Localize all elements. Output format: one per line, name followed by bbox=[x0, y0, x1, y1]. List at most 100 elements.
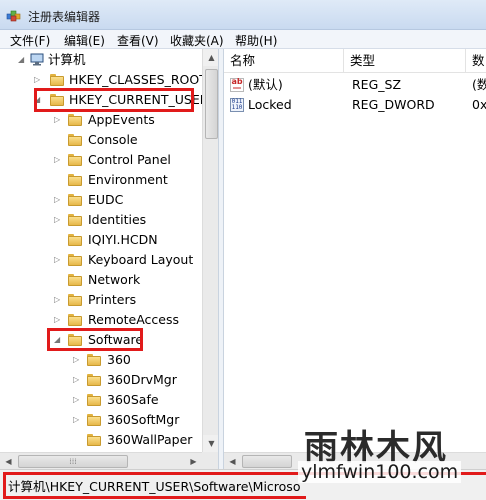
menu-view[interactable]: 查看(V) bbox=[117, 32, 159, 49]
tree-label: Control Panel bbox=[88, 152, 171, 167]
tree-label: 360SoftMgr bbox=[107, 412, 180, 427]
folder-icon bbox=[50, 74, 64, 86]
folder-icon bbox=[87, 414, 101, 426]
column-header-type[interactable]: 类型 bbox=[344, 49, 466, 73]
tree-label: IQIYI.HCDN bbox=[88, 232, 158, 247]
tree-item-360wallpaper[interactable]: 360WallPaper bbox=[0, 430, 200, 450]
expand-arrow-icon[interactable]: ▷ bbox=[73, 390, 83, 410]
tree-label: EUDC bbox=[88, 192, 124, 207]
tree-item-environment[interactable]: Environment bbox=[0, 170, 200, 190]
tree-item-hkcr[interactable]: ▷ HKEY_CLASSES_ROOT bbox=[0, 70, 207, 90]
window-title: 注册表编辑器 bbox=[28, 10, 101, 24]
tree-label: 360WallPaper bbox=[107, 432, 193, 447]
tree-item-appevents[interactable]: ▷ AppEvents bbox=[0, 110, 200, 130]
expand-arrow-icon[interactable]: ▷ bbox=[54, 310, 64, 330]
list-row[interactable]: ab ― (默认) REG_SZ (数 bbox=[224, 75, 486, 95]
tree-label: Printers bbox=[88, 292, 137, 307]
menu-edit[interactable]: 编辑(E) bbox=[64, 32, 105, 49]
folder-icon bbox=[87, 374, 101, 386]
title-bar: 注册表编辑器 bbox=[0, 0, 486, 30]
tree-item-console[interactable]: Console bbox=[0, 130, 200, 150]
expand-arrow-icon[interactable]: ▷ bbox=[54, 210, 64, 230]
folder-icon bbox=[68, 334, 82, 346]
tree-label: HKEY_CURRENT_USER bbox=[69, 92, 209, 107]
expand-arrow-icon[interactable]: ▷ bbox=[73, 370, 83, 390]
scroll-up-icon[interactable]: ▲ bbox=[203, 49, 218, 66]
tree-item-identities[interactable]: ▷ Identities bbox=[0, 210, 200, 230]
tree-item-keyboard-layout[interactable]: ▷ Keyboard Layout bbox=[0, 250, 200, 270]
tree-item-eudc[interactable]: ▷ EUDC bbox=[0, 190, 200, 210]
folder-icon bbox=[68, 314, 82, 326]
tree-vertical-scrollbar[interactable]: ▲ ▼ bbox=[202, 49, 218, 452]
tree-label: Software bbox=[88, 332, 144, 347]
expand-arrow-icon[interactable]: ▷ bbox=[54, 290, 64, 310]
expand-arrow-icon[interactable]: ▷ bbox=[54, 250, 64, 270]
value-data: (数 bbox=[472, 77, 486, 92]
expand-arrow-icon[interactable]: ▷ bbox=[54, 110, 64, 130]
folder-icon bbox=[87, 434, 101, 446]
registry-tree[interactable]: ◢ 计算机 ▷ HKEY_CLASSES_ROOT ◢ HKEY_CURRENT… bbox=[0, 49, 219, 469]
scroll-right-icon[interactable]: ▶ bbox=[185, 453, 202, 469]
expand-arrow-icon[interactable]: ▷ bbox=[73, 350, 83, 370]
scrollbar-corner bbox=[202, 452, 218, 469]
value-name: (默认) bbox=[248, 77, 283, 92]
menu-bar: 文件(F) 编辑(E) 查看(V) 收藏夹(A) 帮助(H) bbox=[0, 30, 486, 49]
folder-icon bbox=[68, 134, 82, 146]
value-name: Locked bbox=[248, 97, 292, 112]
menu-file[interactable]: 文件(F) bbox=[10, 32, 50, 49]
tree-label: Network bbox=[88, 272, 141, 287]
expand-arrow-icon[interactable]: ▷ bbox=[54, 190, 64, 210]
tree-label: HKEY_CLASSES_ROOT bbox=[69, 72, 207, 87]
tree-label: Identities bbox=[88, 212, 147, 227]
tree-item-control-panel[interactable]: ▷ Control Panel bbox=[0, 150, 200, 170]
folder-icon bbox=[68, 254, 82, 266]
tree-item-computer[interactable]: ◢ 计算机 bbox=[0, 50, 200, 70]
expand-arrow-icon[interactable]: ▷ bbox=[54, 150, 64, 170]
value-data: 0x bbox=[472, 97, 486, 112]
status-path: 计算机\HKEY_CURRENT_USER\Software\Microso bbox=[8, 479, 301, 494]
menu-help[interactable]: 帮助(H) bbox=[235, 32, 277, 49]
tree-item-iqiyi-hcdn[interactable]: IQIYI.HCDN bbox=[0, 230, 200, 250]
tree-item-360[interactable]: ▷ 360 bbox=[0, 350, 200, 370]
tree-item-360softmgr[interactable]: ▷ 360SoftMgr bbox=[0, 410, 200, 430]
expand-arrow-icon[interactable]: ▷ bbox=[73, 410, 83, 430]
expand-arrow-icon[interactable]: ▷ bbox=[34, 70, 44, 90]
tree-item-hkcu[interactable]: ◢ HKEY_CURRENT_USER bbox=[0, 90, 208, 110]
tree-label: 360DrvMgr bbox=[107, 372, 177, 387]
tree-item-printers[interactable]: ▷ Printers bbox=[0, 290, 200, 310]
scroll-left-icon[interactable]: ◀ bbox=[0, 453, 17, 469]
scroll-thumb[interactable] bbox=[205, 69, 218, 139]
computer-icon bbox=[30, 53, 44, 66]
folder-icon bbox=[50, 94, 64, 106]
scroll-thumb[interactable] bbox=[242, 455, 292, 468]
folder-icon bbox=[68, 114, 82, 126]
scroll-thumb[interactable]: ⁞⁞⁞ bbox=[18, 455, 128, 468]
regedit-icon bbox=[6, 10, 21, 22]
folder-icon bbox=[68, 274, 82, 286]
list-row[interactable]: 011 110 Locked REG_DWORD 0x bbox=[224, 95, 486, 115]
tree-item-network[interactable]: Network bbox=[0, 270, 200, 290]
folder-icon bbox=[68, 194, 82, 206]
tree-item-360safe[interactable]: ▷ 360Safe bbox=[0, 390, 200, 410]
collapse-arrow-icon[interactable]: ◢ bbox=[54, 330, 64, 350]
column-header-name[interactable]: 名称 bbox=[224, 49, 344, 73]
folder-icon bbox=[68, 174, 82, 186]
binary-value-icon: 011 110 bbox=[230, 98, 244, 112]
collapse-arrow-icon[interactable]: ◢ bbox=[34, 90, 44, 110]
tree-label: Keyboard Layout bbox=[88, 252, 194, 267]
collapse-arrow-icon[interactable]: ◢ bbox=[18, 50, 28, 70]
scroll-left-icon[interactable]: ◀ bbox=[224, 453, 241, 469]
values-list[interactable]: 名称 类型 数 ab ― (默认) REG_SZ (数 011 110 Locked… bbox=[224, 49, 486, 469]
tree-horizontal-scrollbar[interactable]: ◀ ⁞⁞⁞ ▶ bbox=[0, 452, 202, 469]
tree-item-360drvmgr[interactable]: ▷ 360DrvMgr bbox=[0, 370, 200, 390]
tree-item-software[interactable]: ◢ Software bbox=[0, 330, 200, 350]
tree-label: Console bbox=[88, 132, 138, 147]
tree-item-remoteaccess[interactable]: ▷ RemoteAccess bbox=[0, 310, 200, 330]
column-header-data[interactable]: 数 bbox=[466, 49, 486, 73]
folder-icon bbox=[68, 234, 82, 246]
scroll-down-icon[interactable]: ▼ bbox=[203, 435, 218, 452]
watermark-url: ylmfwin100.com bbox=[298, 461, 462, 483]
tree-label: RemoteAccess bbox=[88, 312, 180, 327]
value-type: REG_DWORD bbox=[352, 97, 435, 112]
menu-favorites[interactable]: 收藏夹(A) bbox=[170, 32, 224, 49]
